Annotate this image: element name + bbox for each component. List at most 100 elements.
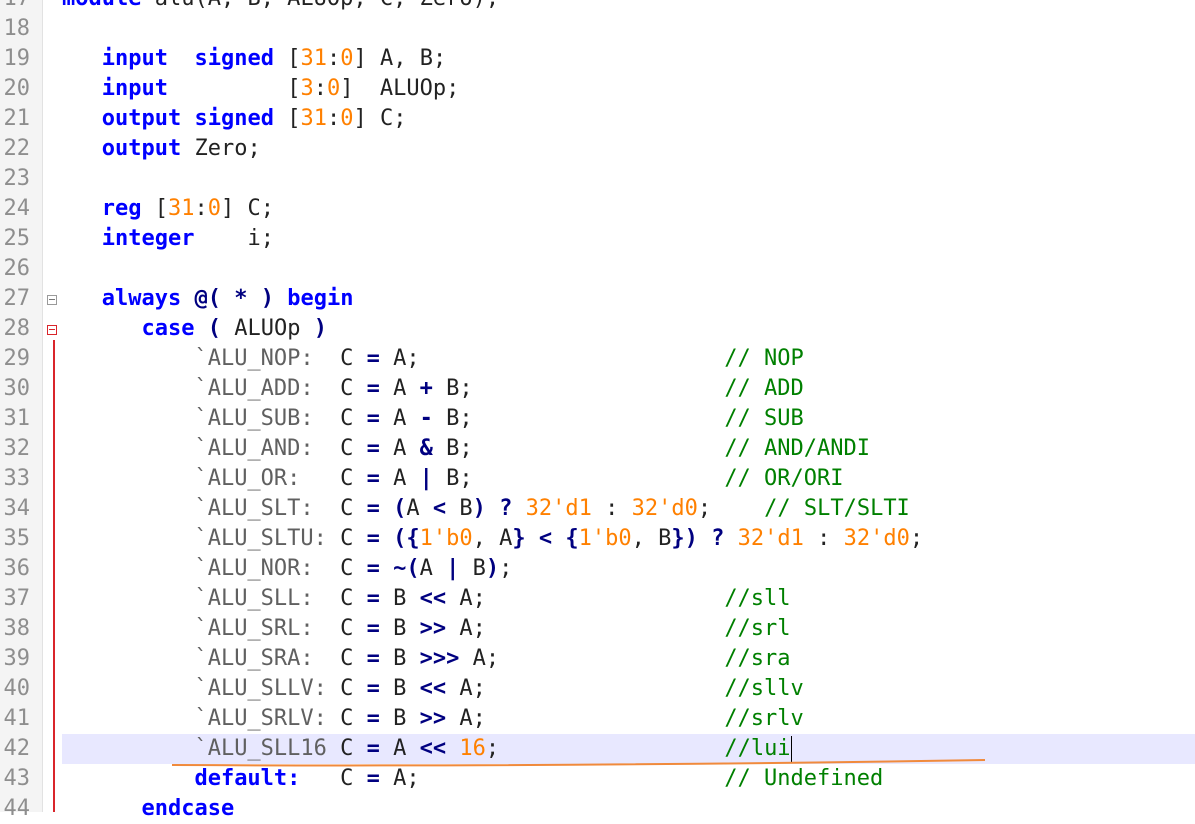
code-line[interactable]: 22 output Zero; xyxy=(0,134,1195,164)
line-number: 21 xyxy=(3,106,31,131)
code-token: ; xyxy=(697,496,765,521)
code-line[interactable]: 21 output signed [31:0] C; xyxy=(0,104,1195,134)
code-text: `ALU_NOP: C = A; // NOP xyxy=(62,344,803,374)
code-line[interactable]: 20 input [3:0] ALUOp; xyxy=(0,74,1195,104)
code-line[interactable]: 35 `ALU_SLTU: C = ({1'b0, A} < {1'b0, B}… xyxy=(0,524,1195,554)
code-token: C xyxy=(326,736,367,761)
code-line[interactable]: 30 `ALU_ADD: C = A + B; // ADD xyxy=(0,374,1195,404)
code-line[interactable]: 38 `ALU_SRL: C = B >> A; //srl xyxy=(0,614,1195,644)
code-token: : xyxy=(194,196,208,221)
code-line[interactable]: 40 `ALU_SLLV: C = B << A; //sllv xyxy=(0,674,1195,704)
code-token: ; xyxy=(485,736,725,761)
code-token: 0 xyxy=(340,46,354,71)
code-comment: //sll xyxy=(724,586,791,611)
code-line[interactable]: 42 `ALU_SLL16 C = A << 16; //lui xyxy=(0,734,1195,764)
code-token: `ALU_NOP: xyxy=(194,346,314,371)
code-text: case ( ALUOp ) xyxy=(62,314,327,344)
code-comment: //sra xyxy=(724,646,791,671)
code-token: `ALU_SUB: xyxy=(194,406,314,431)
code-line[interactable]: 28 case ( ALUOp ) xyxy=(0,314,1195,344)
code-token: alu(A, B, ALUOp, C, Zero); xyxy=(141,0,499,11)
code-token: ? xyxy=(711,526,725,551)
code-token: = xyxy=(366,556,380,581)
code-token: `ALU_AND: xyxy=(194,436,314,461)
code-token: C xyxy=(313,346,367,371)
code-token: C xyxy=(300,466,367,491)
code-line[interactable]: 19 input signed [31:0] A, B; xyxy=(0,44,1195,74)
code-line[interactable]: 34 `ALU_SLT: C = (A < B) ? 32'd1 : 32'd0… xyxy=(0,494,1195,524)
code-token: [ xyxy=(141,196,168,221)
code-token: << xyxy=(419,586,447,611)
code-line[interactable]: 36 `ALU_NOR: C = ~(A | B); xyxy=(0,554,1195,584)
code-token: A xyxy=(379,466,420,491)
line-number: 39 xyxy=(3,646,31,671)
code-token: ( xyxy=(207,286,221,311)
code-token: C xyxy=(313,496,367,521)
code-token: , A xyxy=(472,526,513,551)
line-number: 33 xyxy=(3,466,31,491)
code-line[interactable]: 39 `ALU_SRA: C = B >>> A; //sra xyxy=(0,644,1195,674)
code-line[interactable]: 18 xyxy=(0,14,1195,44)
code-token: << xyxy=(419,676,447,701)
code-token: ? xyxy=(499,496,513,521)
code-line[interactable]: 31 `ALU_SUB: C = A - B; // SUB xyxy=(0,404,1195,434)
code-token: B; xyxy=(432,436,725,461)
code-line[interactable]: 23 xyxy=(0,164,1195,194)
code-token: B xyxy=(379,676,420,701)
code-token: >> xyxy=(419,706,447,731)
code-comment: //srlv xyxy=(724,706,804,731)
code-token: `ALU_SLLV: xyxy=(194,676,327,701)
code-token: >> xyxy=(419,616,447,641)
code-line[interactable]: 29 `ALU_NOP: C = A; // NOP xyxy=(0,344,1195,374)
code-token: A xyxy=(419,556,447,581)
code-line[interactable]: 37 `ALU_SLL: C = B << A; //sll xyxy=(0,584,1195,614)
code-line[interactable]: 24 reg [31:0] C; xyxy=(0,194,1195,224)
code-line[interactable]: 26 xyxy=(0,254,1195,284)
code-editor[interactable]: 17 module alu(A, B, ALUOp, C, Zero); 18 19 … xyxy=(0,0,1195,821)
code-line[interactable]: 44 endcase xyxy=(0,794,1195,824)
code-token: & xyxy=(419,436,433,461)
code-text: `ALU_OR: C = A | B; // OR/ORI xyxy=(62,464,843,494)
code-line[interactable]: 27 always @( * ) begin xyxy=(0,284,1195,314)
code-token: = xyxy=(366,526,380,551)
code-token: output xyxy=(101,136,182,161)
code-token: = xyxy=(366,706,380,731)
code-token: `ALU_OR: xyxy=(194,466,301,491)
code-line[interactable]: 17 module alu(A, B, ALUOp, C, Zero); xyxy=(0,0,1195,14)
code-comment: // Undefined xyxy=(724,766,884,791)
code-token: , B xyxy=(631,526,672,551)
code-token: } xyxy=(671,526,685,551)
line-number: 20 xyxy=(3,76,31,101)
code-token: `ALU_SRL: xyxy=(194,616,314,641)
code-token: 32'd0 xyxy=(843,526,910,551)
code-token: = xyxy=(366,646,380,671)
code-token: ) xyxy=(313,316,327,341)
code-token: [ xyxy=(273,106,301,131)
code-token: | xyxy=(446,556,460,581)
code-text: `ALU_SLTU: C = ({1'b0, A} < {1'b0, B}) ?… xyxy=(62,524,923,554)
code-token: 1'b0 xyxy=(578,526,632,551)
code-token: << xyxy=(419,736,447,761)
code-line[interactable]: 33 `ALU_OR: C = A | B; // OR/ORI xyxy=(0,464,1195,494)
code-token: = xyxy=(366,676,380,701)
code-token: B xyxy=(446,496,473,521)
code-token: ] A, B; xyxy=(353,46,447,71)
code-token: = xyxy=(366,466,380,491)
code-line[interactable]: 41 `ALU_SRLV: C = B >> A; //srlv xyxy=(0,704,1195,734)
code-line[interactable]: 25 integer i; xyxy=(0,224,1195,254)
code-token: C xyxy=(313,556,367,581)
code-line[interactable]: 43 default: C = A; // Undefined xyxy=(0,764,1195,794)
code-token: ) xyxy=(472,496,486,521)
code-line[interactable]: 32 `ALU_AND: C = A & B; // AND/ANDI xyxy=(0,434,1195,464)
